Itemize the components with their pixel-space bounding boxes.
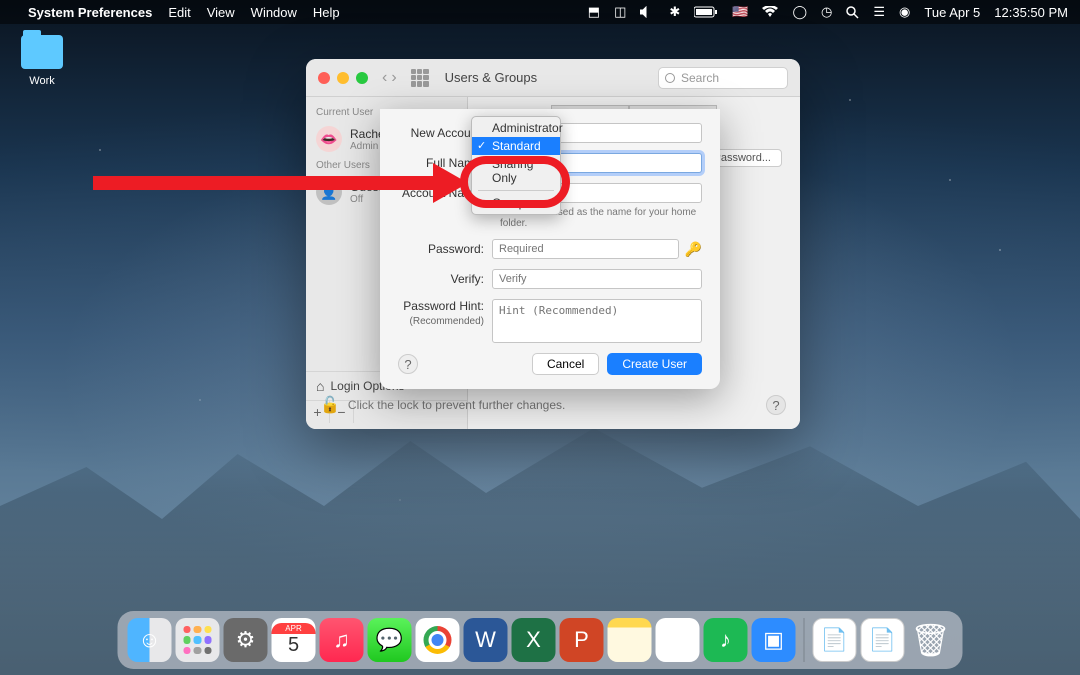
- dock-finder[interactable]: ☺: [128, 618, 172, 662]
- dock-messages[interactable]: 💬: [368, 618, 412, 662]
- password-label: Password:: [398, 242, 492, 256]
- help-button[interactable]: ?: [766, 395, 786, 415]
- user-icon[interactable]: ◯: [792, 4, 807, 20]
- dock-zoom[interactable]: ▣: [752, 618, 796, 662]
- date-display[interactable]: Tue Apr 5: [924, 5, 980, 20]
- bluetooth-icon[interactable]: ✱: [669, 4, 680, 20]
- menubar: System Preferences Edit View Window Help…: [0, 0, 1080, 24]
- control-center-icon[interactable]: ☰: [873, 4, 885, 20]
- zoom-button[interactable]: [356, 72, 368, 84]
- dropdown-option-administrator[interactable]: Administrator: [472, 119, 560, 137]
- sheet-help-button[interactable]: ?: [398, 354, 418, 374]
- dropbox-icon[interactable]: ⬒: [588, 4, 600, 20]
- minimize-button[interactable]: [337, 72, 349, 84]
- cancel-button[interactable]: Cancel: [532, 353, 599, 375]
- battery-icon[interactable]: [694, 6, 718, 18]
- hint-input[interactable]: [492, 299, 702, 343]
- edit-menu[interactable]: Edit: [168, 5, 190, 20]
- folder-icon: [21, 35, 63, 69]
- dock-system-preferences[interactable]: ⚙: [224, 618, 268, 662]
- account-type-menu: Administrator Standard Sharing Only Grou…: [471, 116, 561, 215]
- input-source-icon[interactable]: 🇺🇸: [732, 4, 748, 20]
- dock-excel[interactable]: X: [512, 618, 556, 662]
- wifi-icon[interactable]: [762, 6, 778, 18]
- clock-icon[interactable]: ◷: [821, 4, 832, 20]
- siri-icon[interactable]: ◉: [899, 4, 910, 20]
- dropdown-option-sharing-only[interactable]: Sharing Only: [472, 155, 560, 187]
- search-input[interactable]: Search: [658, 67, 788, 89]
- time-display[interactable]: 12:35:50 PM: [994, 5, 1068, 20]
- dock-separator: [804, 618, 805, 662]
- guest-avatar: 👤: [316, 179, 342, 205]
- window-title: Users & Groups: [445, 70, 537, 85]
- back-button[interactable]: ‹: [382, 69, 387, 87]
- dropdown-option-standard[interactable]: Standard: [472, 137, 560, 155]
- app-menu[interactable]: System Preferences: [28, 5, 152, 20]
- dock-chrome[interactable]: [416, 618, 460, 662]
- verify-input[interactable]: [492, 269, 702, 289]
- desktop-folder-work[interactable]: Work: [12, 35, 72, 87]
- key-icon[interactable]: 🔑: [685, 241, 702, 258]
- dock-word[interactable]: W: [464, 618, 508, 662]
- dock-slack[interactable]: ✱: [656, 618, 700, 662]
- volume-icon[interactable]: [640, 6, 655, 18]
- dock-spotify[interactable]: ♪: [704, 618, 748, 662]
- create-user-button[interactable]: Create User: [607, 353, 702, 375]
- dock-document-2[interactable]: 📄: [861, 618, 905, 662]
- dock-document-1[interactable]: 📄: [813, 618, 857, 662]
- dock-trash[interactable]: 🗑: [909, 618, 953, 662]
- show-all-button[interactable]: [411, 69, 429, 87]
- forward-button[interactable]: ›: [391, 69, 396, 87]
- password-input[interactable]: [492, 239, 679, 259]
- dropdown-option-group[interactable]: Group: [472, 194, 560, 212]
- hint-label: Password Hint: (Recommended): [398, 299, 492, 328]
- house-icon: ⌂: [316, 378, 324, 394]
- view-menu[interactable]: View: [207, 5, 235, 20]
- lock-icon[interactable]: 🔓: [320, 395, 340, 415]
- dropdown-separator: [478, 190, 554, 191]
- box-icon[interactable]: ◫: [614, 4, 626, 20]
- dock: ☺ ⚙ APR 5 ♫ 💬 W X P ✱ ♪ ▣ 📄 📄 🗑: [118, 611, 963, 669]
- window-titlebar: ‹ › Users & Groups Search: [306, 59, 800, 97]
- spotlight-icon[interactable]: [846, 6, 859, 19]
- close-button[interactable]: [318, 72, 330, 84]
- dock-music[interactable]: ♫: [320, 618, 364, 662]
- dock-powerpoint[interactable]: P: [560, 618, 604, 662]
- help-menu[interactable]: Help: [313, 5, 340, 20]
- dock-calendar[interactable]: APR 5: [272, 618, 316, 662]
- verify-label: Verify:: [398, 272, 492, 286]
- lock-text: Click the lock to prevent further change…: [348, 398, 565, 412]
- avatar: 👄: [316, 126, 342, 152]
- dock-notes[interactable]: [608, 618, 652, 662]
- window-menu[interactable]: Window: [251, 5, 297, 20]
- folder-label: Work: [12, 75, 72, 87]
- dock-launchpad[interactable]: [176, 618, 220, 662]
